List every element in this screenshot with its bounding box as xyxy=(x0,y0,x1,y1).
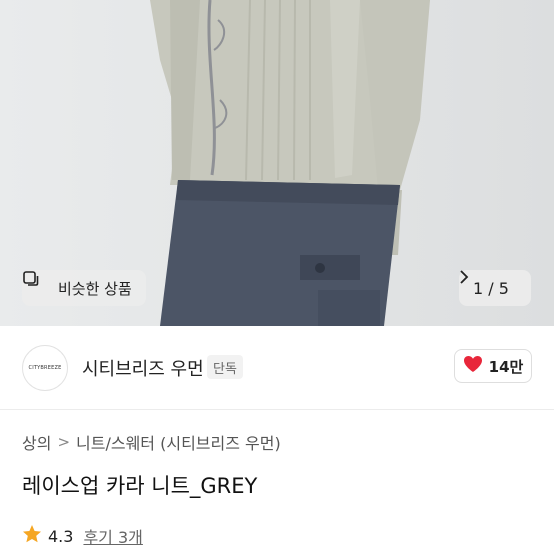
like-button[interactable]: 14만 xyxy=(454,349,532,383)
reviews-link[interactable]: 후기 3개 xyxy=(83,524,142,548)
breadcrumb-item-category[interactable]: 상의 xyxy=(22,430,51,454)
brand-logo-text: CITYBREEZE xyxy=(28,365,62,371)
breadcrumb-item-subcategory[interactable]: 니트/스웨터 (시티브리즈 우먼) xyxy=(76,430,281,454)
rating-score: 4.3 xyxy=(48,526,74,546)
rating-row[interactable]: 4.3 후기 3개 xyxy=(22,524,143,548)
page-indicator: 1 / 5 xyxy=(473,278,509,298)
star-icon xyxy=(22,524,42,548)
product-image[interactable]: 비슷한 상품 1 / 5 xyxy=(0,0,554,326)
breadcrumb: 상의 > 니트/스웨터 (시티브리즈 우먼) xyxy=(22,430,281,454)
product-title: 레이스업 카라 니트_GREY xyxy=(22,474,258,498)
image-pager[interactable]: 1 / 5 xyxy=(459,270,531,306)
similar-products-button[interactable]: 비슷한 상품 xyxy=(22,270,146,306)
copy-icon xyxy=(23,271,52,297)
brand-name[interactable]: 시티브리즈 우먼 xyxy=(82,355,204,381)
heart-icon xyxy=(463,355,483,377)
exclusive-badge: 단독 xyxy=(207,355,243,379)
breadcrumb-separator: > xyxy=(57,433,71,451)
brand-logo[interactable]: CITYBREEZE xyxy=(22,345,68,391)
similar-products-label: 비슷한 상품 xyxy=(58,279,132,298)
brand-row[interactable]: CITYBREEZE 시티브리즈 우먼 단독 14만 xyxy=(0,326,554,410)
like-count: 14만 xyxy=(488,357,524,376)
